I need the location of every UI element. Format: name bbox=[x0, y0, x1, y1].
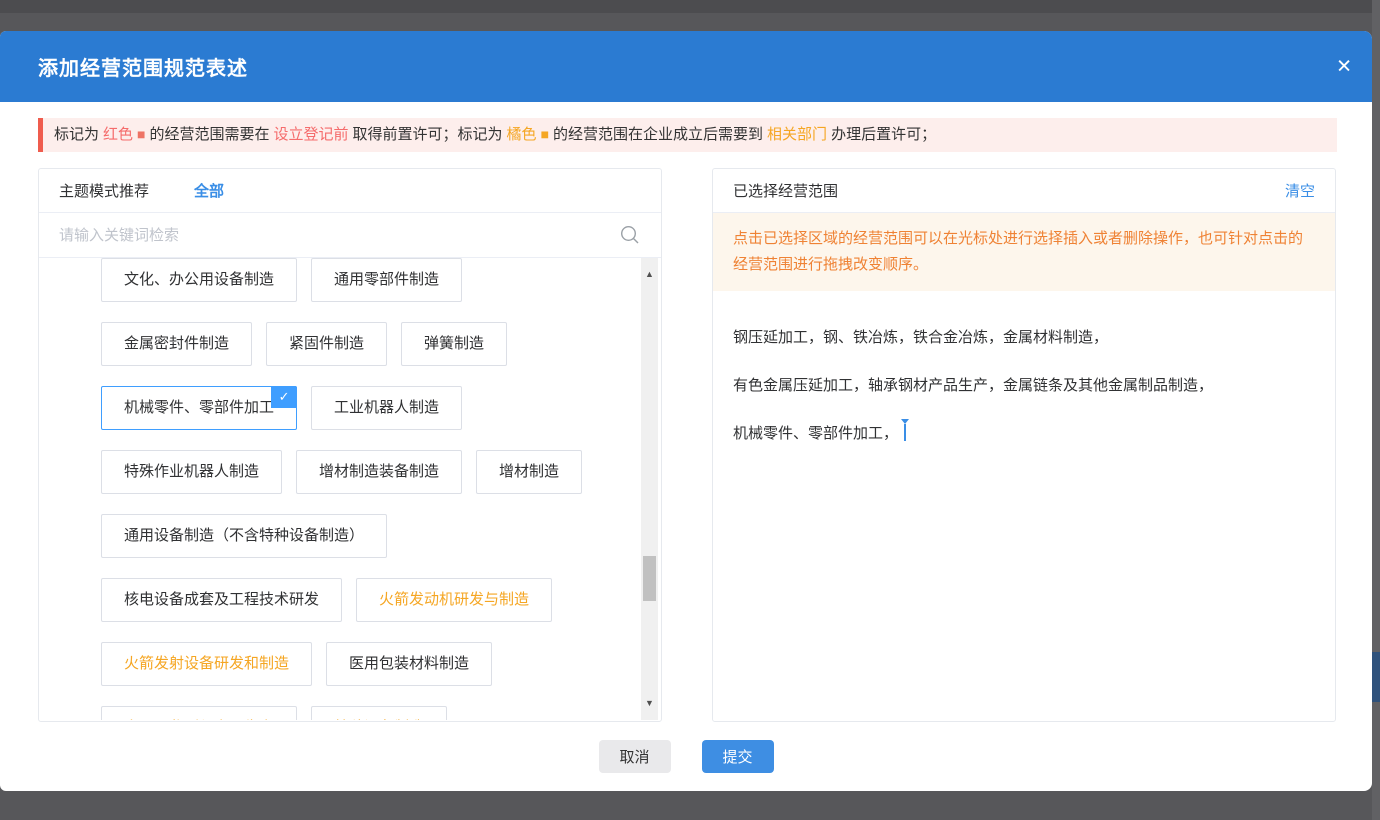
scope-chip[interactable]: 通用设备制造（不含特种设备制造） bbox=[101, 514, 387, 558]
chip-row: 金属密封件制造 紧固件制造 弹簧制造 bbox=[101, 322, 591, 366]
chip-label: 机械零件、零部件加工 bbox=[124, 399, 274, 416]
scope-chip-selected[interactable]: 机械零件、零部件加工 ✓ bbox=[101, 386, 297, 430]
notice-text: 的经营范围需要在 bbox=[150, 126, 270, 143]
picker-tabs: 主题模式推荐 全部 bbox=[39, 169, 661, 213]
chip-row: 机械零件、零部件加工 ✓ 工业机器人制造 bbox=[101, 386, 591, 430]
notice-text: 取得前置许可；标记为 bbox=[353, 126, 503, 143]
scope-chip-post-license[interactable]: 火箭发动机研发与制造 bbox=[356, 578, 552, 622]
orange-word: 橘色 bbox=[507, 126, 537, 143]
license-notice-bar: 标记为红色■的经营范围需要在设立登记前取得前置许可；标记为橘色■的经营范围在企业… bbox=[38, 118, 1337, 152]
dialog-header: 添加经营范围规范表述 ✕ bbox=[0, 31, 1372, 102]
drag-hint-notice: 点击已选择区域的经营范围可以在光标处进行选择插入或者删除操作，也可针对点击的经营… bbox=[713, 213, 1335, 291]
scope-chip[interactable]: 医用包装材料制造 bbox=[326, 642, 492, 686]
selected-scope-header: 已选择经营范围 清空 bbox=[713, 169, 1335, 213]
chip-row: 通用设备制造（不含特种设备制造） bbox=[101, 514, 591, 558]
add-business-scope-dialog: 添加经营范围规范表述 ✕ 标记为红色■的经营范围需要在设立登记前取得前置许可；标… bbox=[0, 31, 1372, 791]
scope-chip[interactable]: 文化、办公用设备制造 bbox=[101, 258, 297, 302]
pre-license-word: 设立登记前 bbox=[274, 126, 349, 143]
selected-scope-title: 已选择经营范围 bbox=[733, 180, 838, 201]
page-top-band bbox=[0, 0, 1380, 13]
related-dept-word: 相关部门 bbox=[767, 126, 827, 143]
selected-scope-line[interactable]: 有色金属压延加工，轴承钢材产品生产，金属链条及其他金属制品制造， bbox=[733, 375, 1315, 396]
list-scrollbar-thumb[interactable] bbox=[643, 556, 656, 601]
chip-row: 核电设备成套及工程技术研发 火箭发动机研发与制造 bbox=[101, 578, 591, 622]
scope-chip-post-license[interactable]: 火箭发射设备研发和制造 bbox=[101, 642, 312, 686]
scope-chip-list: 文化、办公用设备制造 通用零部件制造 金属密封件制造 紧固件制造 弹簧制造 机械… bbox=[39, 258, 661, 720]
chip-row: 人民币鉴别仪产品生产 特种设备制造 bbox=[101, 706, 591, 720]
chip-row: 特殊作业机器人制造 增材制造装备制造 增材制造 bbox=[101, 450, 591, 494]
tab-all[interactable]: 全部 bbox=[194, 180, 224, 201]
notice-text: 的经营范围在企业成立后需要到 bbox=[553, 126, 763, 143]
scope-chip[interactable]: 核电设备成套及工程技术研发 bbox=[101, 578, 342, 622]
list-scrollbar[interactable]: ▲ ▼ bbox=[641, 258, 658, 720]
dialog-title: 添加经营范围规范表述 bbox=[38, 52, 248, 81]
selected-scope-line[interactable]: 机械零件、零部件加工， bbox=[733, 423, 1315, 444]
check-icon: ✓ bbox=[271, 386, 297, 408]
notice-text: 标记为 bbox=[54, 126, 99, 143]
selected-scope-panel: 已选择经营范围 清空 点击已选择区域的经营范围可以在光标处进行选择插入或者删除操… bbox=[712, 168, 1336, 722]
page-scrollbar-thumb[interactable] bbox=[1372, 652, 1380, 702]
scroll-down-icon[interactable]: ▼ bbox=[641, 695, 658, 712]
scope-picker-panel: 主题模式推荐 全部 文化、办公用设备制造 通用零部件制造 金属密封件制造 bbox=[38, 168, 662, 722]
scope-chip-post-license[interactable]: 人民币鉴别仪产品生产 bbox=[101, 706, 297, 720]
notice-text: 办理后置许可； bbox=[831, 126, 936, 143]
chip-row: 文化、办公用设备制造 通用零部件制造 bbox=[101, 258, 591, 302]
dialog-footer: 取消 提交 bbox=[0, 740, 1372, 773]
cancel-button[interactable]: 取消 bbox=[599, 740, 671, 773]
scope-chip[interactable]: 弹簧制造 bbox=[401, 322, 507, 366]
scope-chip[interactable]: 金属密封件制造 bbox=[101, 322, 252, 366]
scope-chip[interactable]: 工业机器人制造 bbox=[311, 386, 462, 430]
selected-scope-line[interactable]: 钢压延加工，钢、铁冶炼，铁合金冶炼，金属材料制造， bbox=[733, 327, 1315, 348]
chip-row: 火箭发射设备研发和制造 医用包装材料制造 bbox=[101, 642, 591, 686]
search-bar bbox=[39, 213, 661, 258]
page-scrollbar[interactable] bbox=[1372, 0, 1380, 820]
selected-scope-editor[interactable]: 钢压延加工，钢、铁冶炼，铁合金冶炼，金属材料制造， 有色金属压延加工，轴承钢材产… bbox=[713, 291, 1335, 444]
scroll-up-icon[interactable]: ▲ bbox=[641, 266, 658, 283]
red-word: 红色 bbox=[103, 126, 133, 143]
tab-theme-recommend[interactable]: 主题模式推荐 bbox=[59, 180, 149, 201]
scope-chip[interactable]: 增材制造 bbox=[476, 450, 582, 494]
orange-square-icon: ■ bbox=[541, 126, 549, 142]
red-square-icon: ■ bbox=[137, 126, 145, 142]
scope-chip[interactable]: 增材制造装备制造 bbox=[296, 450, 462, 494]
search-icon[interactable] bbox=[619, 224, 641, 246]
scope-chip[interactable]: 特殊作业机器人制造 bbox=[101, 450, 282, 494]
clear-all-link[interactable]: 清空 bbox=[1285, 180, 1315, 201]
text-cursor-icon bbox=[904, 424, 906, 441]
scope-chip[interactable]: 通用零部件制造 bbox=[311, 258, 462, 302]
keyword-search-input[interactable] bbox=[59, 227, 619, 244]
scope-chip[interactable]: 紧固件制造 bbox=[266, 322, 387, 366]
close-icon[interactable]: ✕ bbox=[1336, 57, 1352, 76]
selected-scope-text: 机械零件、零部件加工， bbox=[733, 425, 898, 442]
submit-button[interactable]: 提交 bbox=[702, 740, 774, 773]
scope-chip-post-license[interactable]: 特种设备制造 bbox=[311, 706, 447, 720]
